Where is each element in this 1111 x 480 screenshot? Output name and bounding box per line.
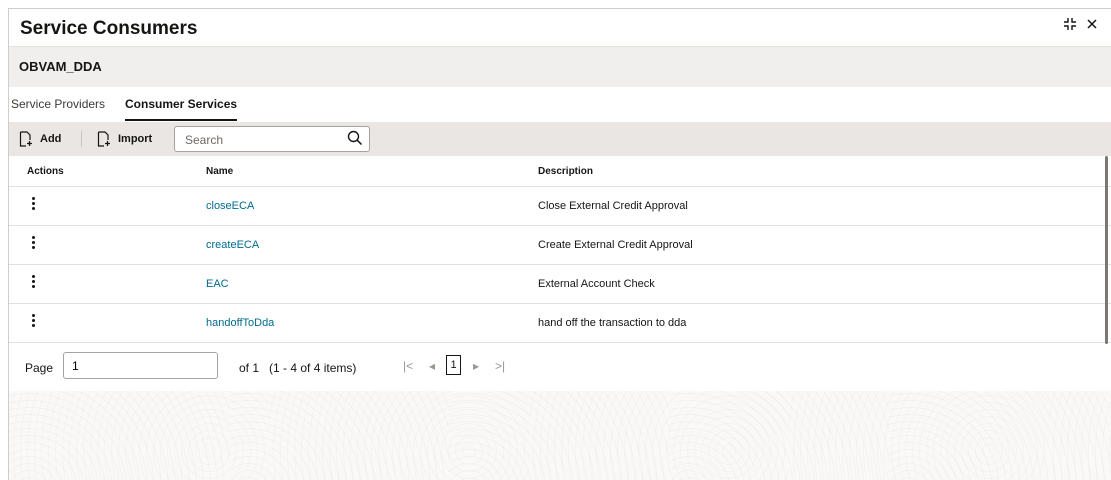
last-page-icon[interactable]: >| — [495, 359, 505, 373]
consumer-services-table: Actions Name Description closeECA Close … — [9, 156, 1111, 344]
import-label: Import — [118, 133, 153, 145]
row-actions-menu-icon[interactable] — [27, 234, 39, 254]
close-icon[interactable] — [1085, 17, 1099, 36]
toolbar-divider — [81, 131, 82, 147]
service-name-link[interactable]: closeECA — [206, 200, 254, 212]
search-field[interactable] — [174, 126, 370, 152]
import-button[interactable]: Import — [97, 131, 152, 147]
vertical-scrollbar[interactable] — [1105, 156, 1108, 344]
next-page-icon[interactable]: ▸ — [473, 359, 479, 373]
service-name-link[interactable]: handoffToDda — [206, 317, 274, 329]
tab-consumer-services[interactable]: Consumer Services — [125, 97, 238, 121]
first-page-icon[interactable]: |< — [403, 359, 413, 373]
tab-bar: Service Providers Consumer Services — [9, 87, 1111, 122]
background-pattern — [9, 391, 1111, 480]
pagination-bar: Page of 1 (1 - 4 of 4 items) |< ◂ 1 ▸ >| — [9, 344, 1111, 392]
row-actions-menu-icon[interactable] — [27, 195, 39, 215]
page-label: Page — [25, 361, 54, 375]
row-actions-menu-icon[interactable] — [27, 273, 39, 293]
import-file-icon — [97, 131, 110, 147]
page-number-input[interactable] — [63, 352, 218, 379]
page-total: of 1 — [239, 361, 260, 375]
add-file-icon — [19, 131, 32, 147]
service-description: hand off the transaction to dda — [538, 317, 687, 329]
table-row: closeECA Close External Credit Approval — [9, 187, 1111, 226]
toolbar: Add Import — [9, 122, 1111, 156]
window-controls — [1063, 17, 1099, 36]
add-label: Add — [40, 133, 62, 145]
search-icon[interactable] — [347, 130, 363, 151]
previous-page-icon[interactable]: ◂ — [429, 359, 435, 373]
table-header: Actions Name Description — [9, 156, 1111, 187]
table-row: handoffToDda hand off the transaction to… — [9, 304, 1111, 343]
service-name-link[interactable]: createECA — [206, 239, 259, 251]
header-name[interactable]: Name — [206, 166, 233, 177]
service-description: Close External Credit Approval — [538, 200, 688, 212]
subtitle-bar: OBVAM_DDA — [9, 47, 1111, 87]
items-range: (1 - 4 of 4 items) — [269, 361, 357, 375]
page-info: of 1 (1 - 4 of 4 items) — [239, 361, 356, 375]
service-consumers-panel: Service Consumers OBVAM_DDA Service Prov… — [8, 8, 1111, 480]
header-actions: Actions — [27, 166, 64, 177]
tab-service-providers[interactable]: Service Providers — [11, 97, 105, 111]
title-bar: Service Consumers — [9, 9, 1111, 47]
panel-title: Service Consumers — [20, 18, 198, 39]
header-description[interactable]: Description — [538, 166, 593, 177]
add-button[interactable]: Add — [19, 131, 61, 147]
table-row: createECA Create External Credit Approva… — [9, 226, 1111, 265]
table-row: EAC External Account Check — [9, 265, 1111, 304]
row-actions-menu-icon[interactable] — [27, 312, 39, 332]
service-name-link[interactable]: EAC — [206, 278, 229, 290]
service-description: Create External Credit Approval — [538, 239, 693, 251]
collapse-icon[interactable] — [1063, 17, 1077, 36]
service-name: OBVAM_DDA — [19, 59, 102, 74]
search-input[interactable] — [183, 130, 347, 150]
service-description: External Account Check — [538, 278, 655, 290]
current-page-button[interactable]: 1 — [446, 355, 461, 375]
